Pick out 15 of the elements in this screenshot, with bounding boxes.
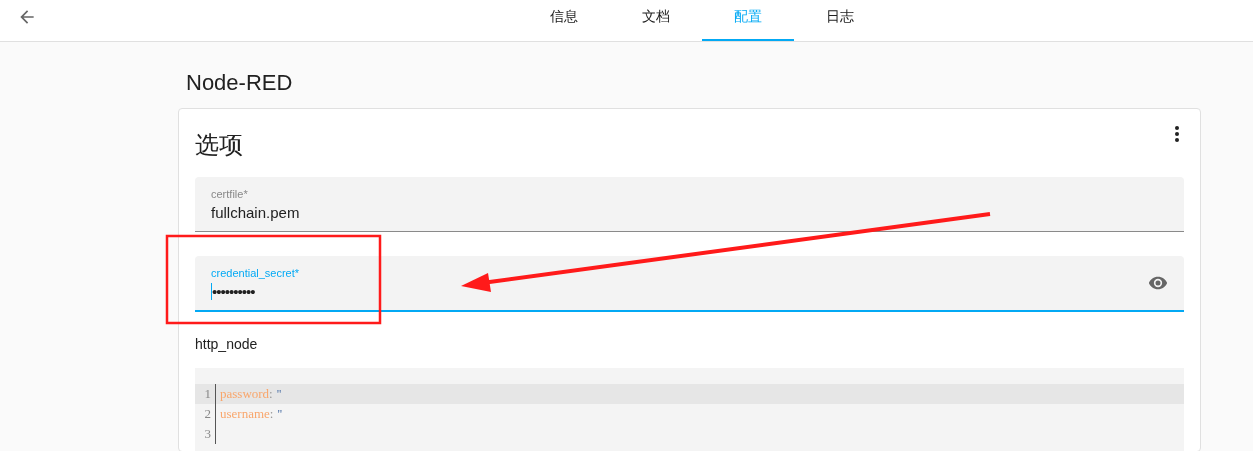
input-field[interactable]: certfile* fullchain.pem — [195, 177, 1184, 232]
line-number: 2 — [203, 406, 212, 422]
tab[interactable]: 文档 — [610, 0, 702, 41]
tab[interactable]: 信息 — [518, 0, 610, 41]
addon-title: Node-RED — [186, 70, 294, 96]
code-text: username: '' — [220, 406, 283, 422]
code-editor[interactable]: 1 password: '' 2 username: '' 3 — [195, 368, 1184, 451]
code-text: password: '' — [220, 386, 282, 402]
card-title: 选项 — [195, 130, 243, 160]
more-menu-icon[interactable] — [1174, 125, 1180, 143]
code-label: http_node — [195, 336, 259, 352]
tab[interactable]: 日志 — [794, 0, 886, 41]
line-number: 3 — [203, 426, 212, 442]
line-number: 1 — [203, 386, 212, 402]
input-field[interactable]: credential_secret* •••••••••• — [195, 256, 1184, 312]
